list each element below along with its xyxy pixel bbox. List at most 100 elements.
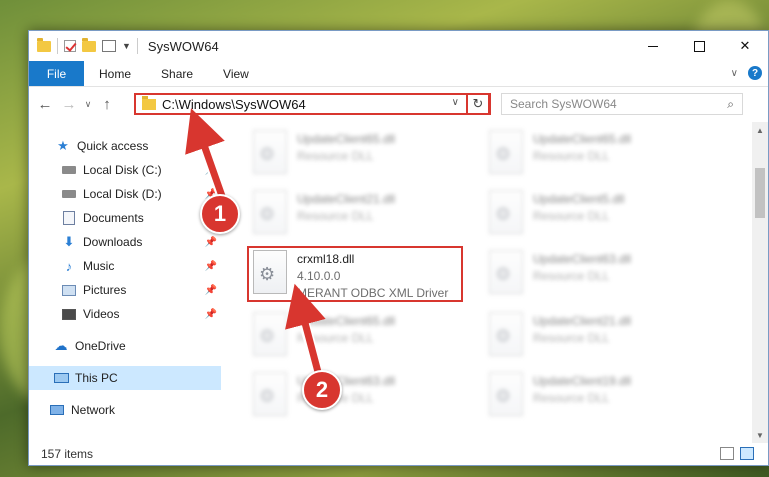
dll-file-icon: ⚙ bbox=[253, 312, 287, 356]
dll-file-icon: ⚙ bbox=[489, 312, 523, 356]
customize-toolbar-icon[interactable] bbox=[102, 40, 116, 52]
tab-view[interactable]: View bbox=[208, 61, 264, 86]
file-type: Resource DLL bbox=[533, 269, 610, 283]
list-item[interactable]: ⚙ UpdateClient19.dll Resource DLL bbox=[483, 368, 703, 424]
list-item[interactable]: ⚙ UpdateClient65.dll Resource DLL bbox=[247, 126, 467, 182]
tab-home[interactable]: Home bbox=[84, 61, 146, 86]
this-pc-icon bbox=[53, 371, 69, 385]
explorer-window: ▼ SysWOW64 ✕ File Home Share View ∨ ? ← … bbox=[28, 30, 769, 466]
navigation-pane: ★ Quick access Local Disk (C:) 📌 Local D… bbox=[29, 122, 221, 443]
address-dropdown-icon[interactable]: ∨ bbox=[452, 97, 459, 108]
address-path[interactable]: C:\Windows\SysWOW64 bbox=[162, 97, 306, 112]
quick-access-toolbar: ▼ bbox=[29, 37, 138, 54]
pictures-icon bbox=[61, 283, 77, 297]
sidebar-item-downloads[interactable]: ⬇ Downloads 📌 bbox=[29, 230, 221, 254]
properties-check-icon[interactable] bbox=[64, 40, 76, 52]
close-button[interactable]: ✕ bbox=[722, 31, 768, 61]
search-input[interactable]: Search SysWOW64 ⌕ bbox=[501, 93, 743, 115]
sidebar-item-quick-access[interactable]: ★ Quick access bbox=[29, 134, 221, 158]
scroll-thumb[interactable] bbox=[755, 168, 765, 218]
minimize-button[interactable] bbox=[630, 31, 676, 61]
sidebar-item-label: Documents bbox=[83, 211, 144, 225]
file-type: Resource DLL bbox=[297, 331, 374, 345]
list-item[interactable]: ⚙ UpdateClient21.dll Resource DLL bbox=[483, 308, 703, 364]
help-icon[interactable]: ? bbox=[748, 66, 762, 80]
window-controls: ✕ bbox=[630, 31, 768, 61]
file-type: Resource DLL bbox=[533, 391, 610, 405]
title-bar: ▼ SysWOW64 ✕ bbox=[29, 31, 768, 61]
recent-locations-chevron-icon[interactable]: ∨ bbox=[81, 99, 95, 110]
list-item[interactable]: ⚙ UpdateClient63.dll Resource DLL bbox=[483, 246, 703, 302]
file-name: UpdateClient65.dll bbox=[297, 314, 396, 328]
sidebar-item-onedrive[interactable]: ☁ OneDrive bbox=[29, 334, 221, 358]
pin-icon[interactable]: 📌 bbox=[205, 165, 217, 176]
toolbar-divider bbox=[136, 38, 138, 54]
dll-file-icon: ⚙ bbox=[489, 190, 523, 234]
step-2-badge: 2 bbox=[302, 370, 342, 410]
dll-file-icon: ⚙ bbox=[489, 372, 523, 416]
dll-file-icon: ⚙ bbox=[489, 250, 523, 294]
list-item[interactable]: ⚙ UpdateClient63.dll Resource DLL bbox=[247, 368, 467, 424]
dll-file-icon: ⚙ bbox=[489, 130, 523, 174]
status-bar: 157 items bbox=[29, 443, 768, 465]
forward-arrow-icon[interactable]: → bbox=[57, 96, 81, 113]
back-arrow-icon[interactable]: ← bbox=[33, 96, 57, 113]
sidebar-item-local-disk-d[interactable]: Local Disk (D:) 📌 bbox=[29, 182, 221, 206]
pin-icon[interactable]: 📌 bbox=[205, 285, 217, 296]
file-type: Resource DLL bbox=[297, 149, 374, 163]
videos-icon bbox=[61, 307, 77, 321]
sidebar-item-label: Network bbox=[71, 403, 116, 417]
sidebar-item-this-pc[interactable]: This PC bbox=[29, 366, 221, 390]
dll-file-icon: ⚙ bbox=[253, 130, 287, 174]
list-item[interactable]: ⚙ UpdateClient21.dll Resource DLL bbox=[247, 186, 467, 242]
vertical-scrollbar[interactable]: ▲ ▼ bbox=[752, 122, 768, 443]
sidebar-item-music[interactable]: ♪ Music 📌 bbox=[29, 254, 221, 278]
file-highlight-box bbox=[247, 246, 463, 302]
chevron-down-icon[interactable]: ▼ bbox=[122, 41, 131, 51]
sidebar-item-label: Local Disk (D:) bbox=[83, 187, 162, 201]
address-bar[interactable]: C:\Windows\SysWOW64 ∨ bbox=[134, 93, 491, 115]
sidebar-item-network[interactable]: Network bbox=[29, 398, 221, 422]
folder-icon bbox=[142, 95, 156, 110]
step-1-badge: 1 bbox=[200, 194, 240, 234]
drive-icon bbox=[61, 187, 77, 201]
sidebar-item-documents[interactable]: Documents 📌 bbox=[29, 206, 221, 230]
sidebar-item-label: Videos bbox=[83, 307, 120, 321]
file-type: Resource DLL bbox=[297, 209, 374, 223]
onedrive-icon: ☁ bbox=[54, 338, 68, 353]
list-item[interactable]: ⚙ UpdateClient65.dll Resource DLL bbox=[483, 126, 703, 182]
pin-icon[interactable]: 📌 bbox=[205, 261, 217, 272]
folder-icon[interactable] bbox=[37, 37, 51, 52]
tab-share[interactable]: Share bbox=[146, 61, 208, 86]
scroll-up-icon[interactable]: ▲ bbox=[752, 122, 768, 138]
maximize-button[interactable] bbox=[676, 31, 722, 61]
list-item[interactable]: ⚙ UpdateClient65.dll Resource DLL bbox=[247, 308, 467, 364]
details-view-icon[interactable] bbox=[720, 447, 734, 460]
large-icons-view-icon[interactable] bbox=[740, 447, 754, 460]
sidebar-item-local-disk-c[interactable]: Local Disk (C:) 📌 bbox=[29, 158, 221, 182]
pin-icon[interactable]: 📌 bbox=[205, 237, 217, 248]
up-arrow-icon[interactable]: ↑ bbox=[95, 96, 119, 113]
new-folder-icon[interactable] bbox=[82, 37, 96, 52]
sidebar-item-label: OneDrive bbox=[75, 339, 126, 353]
search-icon[interactable]: ⌕ bbox=[727, 97, 734, 112]
item-count: 157 items bbox=[41, 447, 94, 461]
tab-file[interactable]: File bbox=[29, 61, 84, 86]
sidebar-item-label: Downloads bbox=[83, 235, 143, 249]
refresh-button[interactable]: ↻ bbox=[466, 93, 490, 115]
search-placeholder: Search SysWOW64 bbox=[510, 97, 617, 111]
file-type: Resource DLL bbox=[533, 331, 610, 345]
pin-icon[interactable]: 📌 bbox=[205, 309, 217, 320]
expand-ribbon-icon[interactable]: ∨ bbox=[731, 68, 738, 79]
view-toggle bbox=[720, 447, 754, 460]
file-name: UpdateClient19.dll bbox=[533, 374, 632, 388]
dll-file-icon: ⚙ bbox=[253, 190, 287, 234]
drive-icon bbox=[61, 163, 77, 177]
dll-file-icon: ⚙ bbox=[253, 372, 287, 416]
file-type: Resource DLL bbox=[533, 209, 610, 223]
sidebar-item-pictures[interactable]: Pictures 📌 bbox=[29, 278, 221, 302]
list-item[interactable]: ⚙ UpdateClient5.dll Resource DLL bbox=[483, 186, 703, 242]
address-row: ← → ∨ ↑ C:\Windows\SysWOW64 ∨ ↻ Search S… bbox=[29, 87, 768, 121]
scroll-down-icon[interactable]: ▼ bbox=[752, 427, 768, 443]
sidebar-item-videos[interactable]: Videos 📌 bbox=[29, 302, 221, 326]
